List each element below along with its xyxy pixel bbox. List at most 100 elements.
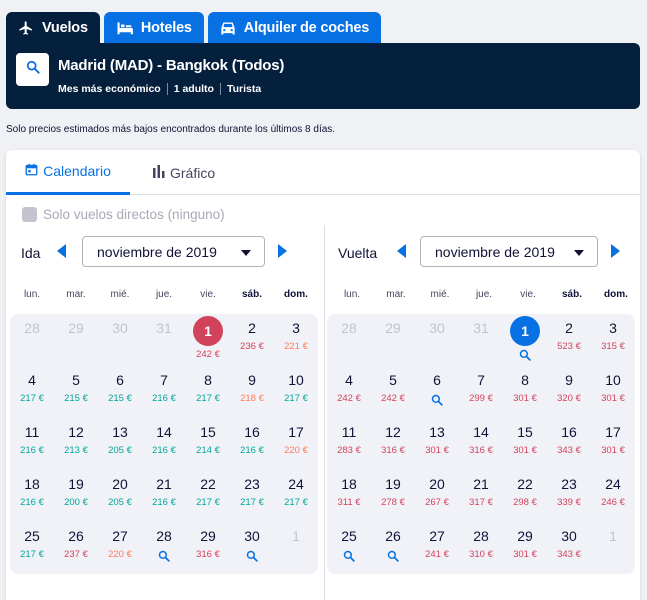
day-cell: 31 [459, 314, 503, 366]
day-price: 315 € [601, 341, 625, 352]
weekday-label: vie. [520, 289, 536, 300]
return-next-month-button[interactable] [611, 244, 620, 258]
day-cell[interactable]: 5 242 € [371, 366, 415, 418]
selected-day-cell[interactable]: 1 242 € [186, 314, 230, 366]
day-cell[interactable]: 12 213 € [54, 418, 98, 470]
tab-graph[interactable]: Gráfico [153, 150, 215, 195]
day-cell[interactable]: 23 339 € [547, 470, 591, 522]
day-cell[interactable]: 28 [142, 522, 186, 574]
day-cell[interactable]: 21 317 € [459, 470, 503, 522]
return-prev-month-button[interactable] [397, 244, 406, 258]
day-cell[interactable]: 3 221 € [274, 314, 318, 366]
day-cell[interactable]: 13 205 € [98, 418, 142, 470]
search-icon[interactable] [519, 348, 531, 366]
day-cell[interactable]: 5 215 € [54, 366, 98, 418]
day-cell[interactable]: 27 220 € [98, 522, 142, 574]
day-cell[interactable]: 10 217 € [274, 366, 318, 418]
day-cell[interactable]: 7 299 € [459, 366, 503, 418]
day-cell[interactable]: 27 241 € [415, 522, 459, 574]
return-month-select[interactable]: noviembre de 2019 [420, 236, 598, 267]
day-cell[interactable]: 16 343 € [547, 418, 591, 470]
calendar-divider [324, 225, 325, 600]
search-button[interactable] [16, 53, 49, 86]
day-cell[interactable]: 8 217 € [186, 366, 230, 418]
day-cell[interactable]: 14 316 € [459, 418, 503, 470]
day-cell[interactable]: 2 523 € [547, 314, 591, 366]
day-cell[interactable]: 24 246 € [591, 470, 635, 522]
day-cell[interactable]: 11 283 € [327, 418, 371, 470]
direct-flights-label: Solo vuelos directos (ninguno) [43, 207, 225, 222]
day-cell[interactable]: 26 237 € [54, 522, 98, 574]
route-title[interactable]: Madrid (MAD) - Bangkok (Todos) [58, 57, 284, 74]
day-number: 1 [609, 528, 617, 544]
search-icon[interactable] [158, 549, 170, 567]
day-cell[interactable]: 9 320 € [547, 366, 591, 418]
outbound-month-value: noviembre de 2019 [97, 243, 217, 260]
tab-hotels[interactable]: Hoteles [103, 12, 204, 44]
day-cell[interactable]: 7 216 € [142, 366, 186, 418]
return-day-grid: 28 29 30 31 1 2 523 €3 315 €4 242 €5 242 €6 7 299 €… [327, 314, 635, 574]
day-cell[interactable]: 13 301 € [415, 418, 459, 470]
day-price: 310 € [469, 549, 493, 560]
day-cell[interactable]: 25 217 € [10, 522, 54, 574]
day-cell[interactable]: 3 315 € [591, 314, 635, 366]
day-cell[interactable]: 28 310 € [459, 522, 503, 574]
day-cell[interactable]: 20 267 € [415, 470, 459, 522]
direct-flights-option[interactable]: Solo vuelos directos (ninguno) [22, 207, 225, 222]
search-icon[interactable] [387, 549, 399, 567]
day-cell[interactable]: 4 217 € [10, 366, 54, 418]
day-cell[interactable]: 22 298 € [503, 470, 547, 522]
day-cell: 29 [371, 314, 415, 366]
day-cell[interactable]: 6 215 € [98, 366, 142, 418]
day-cell[interactable]: 18 216 € [10, 470, 54, 522]
direct-flights-checkbox[interactable] [22, 207, 37, 222]
day-cell[interactable]: 20 205 € [98, 470, 142, 522]
day-cell[interactable]: 2 236 € [230, 314, 274, 366]
day-cell[interactable]: 30 [230, 522, 274, 574]
bed-icon [116, 21, 133, 35]
day-cell[interactable]: 30 343 € [547, 522, 591, 574]
day-cell[interactable]: 19 200 € [54, 470, 98, 522]
search-icon[interactable] [431, 393, 443, 411]
day-cell[interactable]: 25 [327, 522, 371, 574]
tab-car-hire[interactable]: Alquiler de coches [207, 12, 382, 44]
day-number: 21 [156, 476, 172, 492]
day-cell[interactable]: 4 242 € [327, 366, 371, 418]
day-cell[interactable]: 12 316 € [371, 418, 415, 470]
day-number: 19 [385, 476, 401, 492]
selected-day-cell[interactable]: 1 [503, 314, 547, 366]
day-cell[interactable]: 15 214 € [186, 418, 230, 470]
day-cell[interactable]: 24 217 € [274, 470, 318, 522]
outbound-next-month-button[interactable] [278, 244, 287, 258]
day-cell[interactable]: 29 316 € [186, 522, 230, 574]
day-cell[interactable]: 21 216 € [142, 470, 186, 522]
search-icon[interactable] [343, 549, 355, 567]
day-cell[interactable]: 18 311 € [327, 470, 371, 522]
day-cell[interactable]: 15 301 € [503, 418, 547, 470]
weekday-label: mar. [66, 289, 86, 300]
day-cell[interactable]: 6 [415, 366, 459, 418]
tab-flights[interactable]: Vuelos [6, 12, 100, 44]
day-cell[interactable]: 10 301 € [591, 366, 635, 418]
day-cell[interactable]: 9 218 € [230, 366, 274, 418]
day-cell[interactable]: 16 216 € [230, 418, 274, 470]
day-cell[interactable]: 29 301 € [503, 522, 547, 574]
return-month-value: noviembre de 2019 [435, 243, 555, 260]
day-cell[interactable]: 8 301 € [503, 366, 547, 418]
day-cell[interactable]: 22 217 € [186, 470, 230, 522]
day-cell[interactable]: 11 216 € [10, 418, 54, 470]
outbound-month-select[interactable]: noviembre de 2019 [82, 236, 265, 267]
day-number: 4 [28, 372, 36, 388]
tab-calendar[interactable]: Calendario [6, 150, 130, 195]
day-number: 3 [292, 320, 300, 336]
calendar-icon [25, 163, 38, 179]
search-icon[interactable] [246, 549, 258, 567]
day-price: 267 € [425, 497, 449, 508]
day-cell[interactable]: 26 [371, 522, 415, 574]
day-cell[interactable]: 23 217 € [230, 470, 274, 522]
day-cell[interactable]: 14 216 € [142, 418, 186, 470]
outbound-prev-month-button[interactable] [57, 244, 66, 258]
day-cell[interactable]: 19 278 € [371, 470, 415, 522]
day-cell[interactable]: 17 220 € [274, 418, 318, 470]
day-cell[interactable]: 17 301 € [591, 418, 635, 470]
